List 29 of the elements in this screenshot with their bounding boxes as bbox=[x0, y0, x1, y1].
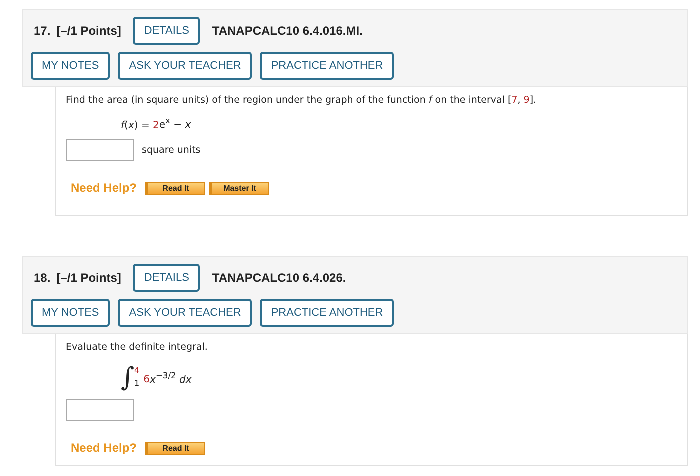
action-button[interactable]: PRACTICE ANOTHER bbox=[260, 52, 394, 80]
answer-field[interactable] bbox=[66, 399, 134, 421]
lower-limit: 1 bbox=[134, 378, 140, 390]
problem-code: TANAPCALC10 6.4.016.MI. bbox=[212, 24, 363, 38]
question-number: 17. bbox=[34, 24, 51, 38]
integrand: 6x$^{−3/2}$ dx bbox=[144, 370, 192, 386]
question-prompt: Find the area (in square units) of the region under the graph of the function f on the interval [7, 9]. bbox=[66, 95, 538, 106]
integral-sign: ∫ bbox=[121, 365, 135, 391]
help-button[interactable]: Master It bbox=[209, 182, 270, 195]
need-help-label: Need Help? bbox=[71, 181, 138, 196]
question-number: 18. bbox=[34, 271, 51, 285]
help-button[interactable]: Read It bbox=[145, 442, 206, 454]
points-label: [–/1 Points] bbox=[56, 24, 122, 38]
help-button[interactable]: Read It bbox=[145, 182, 206, 195]
question-prompt: Evaluate the definite integral. bbox=[66, 342, 209, 353]
details-button[interactable]: DETAILS bbox=[133, 17, 200, 45]
unit-label: square units bbox=[142, 144, 201, 156]
upper-limit: 4 bbox=[134, 365, 140, 378]
details-button[interactable]: DETAILS bbox=[133, 264, 200, 292]
formula: f(x) = 2e$^{x}$ − x bbox=[121, 116, 192, 132]
action-button[interactable]: MY NOTES bbox=[31, 52, 110, 80]
action-button[interactable]: PRACTICE ANOTHER bbox=[260, 299, 394, 327]
points-label: [–/1 Points] bbox=[56, 271, 122, 285]
action-button[interactable]: MY NOTES bbox=[31, 299, 110, 327]
need-help-label: Need Help? bbox=[71, 441, 138, 455]
action-button[interactable]: ASK YOUR TEACHER bbox=[118, 299, 252, 327]
problem-code: TANAPCALC10 6.4.026. bbox=[212, 271, 346, 285]
answer-field[interactable] bbox=[66, 139, 134, 162]
action-button[interactable]: ASK YOUR TEACHER bbox=[118, 52, 252, 80]
